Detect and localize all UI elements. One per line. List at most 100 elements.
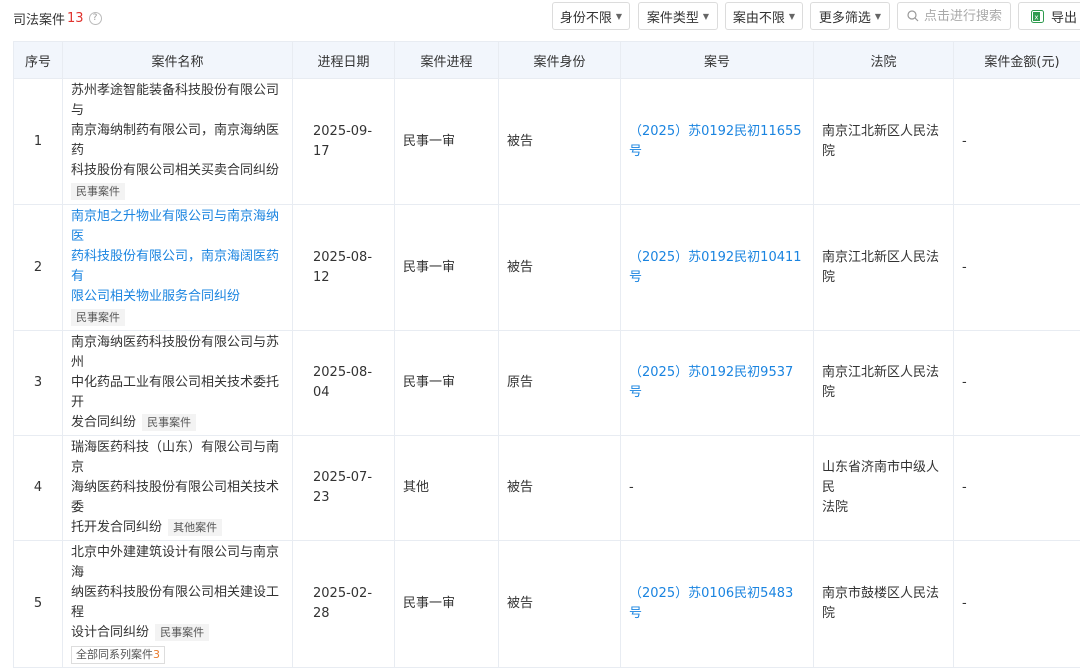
caret-down-icon: ▼ <box>789 12 795 21</box>
case-number-link[interactable]: （2025）苏0192民初10411号 <box>621 205 814 331</box>
stage-cell: 民事一审 <box>395 331 499 436</box>
stage-cell: 民事一审 <box>395 79 499 205</box>
case-name-line: 北京中外建建筑设计有限公司与南京海 <box>71 543 284 583</box>
stage-cell: 民事一审 <box>395 205 499 331</box>
toolbar: 司法案件 13 ? 身份不限 ▼ 案件类型 ▼ 案由不限 ▼ 更多筛选 ▼ x … <box>0 0 1080 34</box>
table-header-row: 序号 案件名称 进程日期 案件进程 案件身份 案号 法院 案件金额(元) <box>14 42 1080 79</box>
case-name-line: 瑞海医药科技（山东）有限公司与南京 <box>71 438 284 478</box>
table-row[interactable]: 1 苏州孝途智能装备科技股份有限公司与 南京海纳制药有限公司，南京海纳医药 科技… <box>14 79 1080 205</box>
case-name-line[interactable]: 南京旭之升物业有限公司与南京海纳医 <box>71 207 284 247</box>
court-cell: 南京市鼓楼区人民法院 <box>814 541 954 668</box>
column-header-date: 进程日期 <box>293 42 395 79</box>
case-name-line: 海纳医药科技股份有限公司相关技术委 <box>71 478 284 518</box>
section-title: 司法案件 13 ? <box>13 9 102 28</box>
case-name-line: 南京海纳制药有限公司，南京海纳医药 <box>71 121 284 161</box>
case-type-tag: 民事案件 <box>155 624 209 641</box>
filter-cause-dropdown[interactable]: 案由不限 ▼ <box>725 2 803 30</box>
filter-label: 案件类型 <box>647 7 699 26</box>
date-cell: 2025-08-04 <box>293 331 395 436</box>
column-header-role: 案件身份 <box>499 42 621 79</box>
case-name-line[interactable]: 限公司相关物业服务合同纠纷 <box>71 287 284 307</box>
caret-down-icon: ▼ <box>703 12 709 21</box>
column-header-amount: 案件金额(元) <box>954 42 1080 79</box>
case-name-line: 托开发合同纠纷 <box>71 520 162 535</box>
search-input[interactable] <box>924 9 1008 24</box>
filter-more-dropdown[interactable]: 更多筛选 ▼ <box>810 2 890 30</box>
case-name-line: 设计合同纠纷 <box>71 625 149 640</box>
case-type-tag: 其他案件 <box>168 519 222 536</box>
series-label: 全部同系列案件 <box>76 648 153 661</box>
column-header-stage: 案件进程 <box>395 42 499 79</box>
role-cell: 被告 <box>499 541 621 668</box>
court-cell: 南京江北新区人民法院 <box>814 205 954 331</box>
case-name-line[interactable]: 药科技股份有限公司，南京海阔医药有 <box>71 247 284 287</box>
search-icon <box>907 10 919 22</box>
section-title-text: 司法案件 <box>13 9 65 28</box>
case-name-line: 中化药品工业有限公司相关技术委托开 <box>71 373 284 413</box>
export-button[interactable]: x 导出 <box>1018 2 1080 30</box>
court-cell: 南京江北新区人民法院 <box>814 331 954 436</box>
date-cell: 2025-07-23 <box>293 436 395 541</box>
row-index: 5 <box>14 541 63 668</box>
amount-cell: - <box>954 331 1080 436</box>
filter-label: 案由不限 <box>733 7 785 26</box>
stage-cell: 民事一审 <box>395 541 499 668</box>
table-row[interactable]: 2 南京旭之升物业有限公司与南京海纳医 药科技股份有限公司，南京海阔医药有 限公… <box>14 205 1080 331</box>
court-line: 法院 <box>822 498 945 518</box>
cases-table: 序号 案件名称 进程日期 案件进程 案件身份 案号 法院 案件金额(元) 1 苏… <box>13 41 1080 668</box>
case-name-line: 南京海纳医药科技股份有限公司与苏州 <box>71 333 284 373</box>
stage-cell: 其他 <box>395 436 499 541</box>
case-name-cell[interactable]: 南京旭之升物业有限公司与南京海纳医 药科技股份有限公司，南京海阔医药有 限公司相… <box>63 205 293 331</box>
case-name-cell[interactable]: 瑞海医药科技（山东）有限公司与南京 海纳医药科技股份有限公司相关技术委 托开发合… <box>63 436 293 541</box>
caret-down-icon: ▼ <box>875 12 881 21</box>
table-row[interactable]: 3 南京海纳医药科技股份有限公司与苏州 中化药品工业有限公司相关技术委托开 发合… <box>14 331 1080 436</box>
filter-case-type-dropdown[interactable]: 案件类型 ▼ <box>638 2 718 30</box>
table-row[interactable]: 5 北京中外建建筑设计有限公司与南京海 纳医药科技股份有限公司相关建设工程 设计… <box>14 541 1080 668</box>
case-name-line: 纳医药科技股份有限公司相关建设工程 <box>71 583 284 623</box>
case-type-tag: 民事案件 <box>71 183 125 200</box>
filter-label: 身份不限 <box>560 7 612 26</box>
case-number-link[interactable]: （2025）苏0106民初5483号 <box>621 541 814 668</box>
case-type-tag: 民事案件 <box>71 309 125 326</box>
series-cases-link[interactable]: 全部同系列案件3 <box>71 646 165 664</box>
case-number-link[interactable]: （2025）苏0192民初11655号 <box>621 79 814 205</box>
column-header-case-number: 案号 <box>621 42 814 79</box>
court-cell: 南京江北新区人民法院 <box>814 79 954 205</box>
date-cell: 2025-09-17 <box>293 79 395 205</box>
date-cell: 2025-02-28 <box>293 541 395 668</box>
table-row[interactable]: 4 瑞海医药科技（山东）有限公司与南京 海纳医药科技股份有限公司相关技术委 托开… <box>14 436 1080 541</box>
amount-cell: - <box>954 79 1080 205</box>
row-index: 1 <box>14 79 63 205</box>
series-count: 3 <box>153 648 160 661</box>
column-header-index: 序号 <box>14 42 63 79</box>
svg-text:x: x <box>1034 13 1038 21</box>
excel-icon: x <box>1031 10 1044 23</box>
question-circle-icon[interactable]: ? <box>89 12 102 25</box>
role-cell: 被告 <box>499 205 621 331</box>
caret-down-icon: ▼ <box>616 12 622 21</box>
case-number-link[interactable]: （2025）苏0192民初9537号 <box>621 331 814 436</box>
court-line: 山东省济南市中级人民 <box>822 458 945 498</box>
case-name-cell[interactable]: 南京海纳医药科技股份有限公司与苏州 中化药品工业有限公司相关技术委托开 发合同纠… <box>63 331 293 436</box>
court-cell: 山东省济南市中级人民 法院 <box>814 436 954 541</box>
search-box[interactable] <box>897 2 1011 30</box>
amount-cell: - <box>954 436 1080 541</box>
case-name-cell[interactable]: 苏州孝途智能装备科技股份有限公司与 南京海纳制药有限公司，南京海纳医药 科技股份… <box>63 79 293 205</box>
row-index: 3 <box>14 331 63 436</box>
case-number-cell: - <box>621 436 814 541</box>
case-name-line: 发合同纠纷 <box>71 415 136 430</box>
column-header-case-name: 案件名称 <box>63 42 293 79</box>
row-index: 4 <box>14 436 63 541</box>
export-label: 导出 <box>1051 7 1077 26</box>
case-name-line: 苏州孝途智能装备科技股份有限公司与 <box>71 81 284 121</box>
role-cell: 原告 <box>499 331 621 436</box>
role-cell: 被告 <box>499 436 621 541</box>
case-name-line: 科技股份有限公司相关买卖合同纠纷 <box>71 161 284 181</box>
column-header-court: 法院 <box>814 42 954 79</box>
role-cell: 被告 <box>499 79 621 205</box>
case-count: 13 <box>67 11 84 26</box>
amount-cell: - <box>954 205 1080 331</box>
case-name-cell[interactable]: 北京中外建建筑设计有限公司与南京海 纳医药科技股份有限公司相关建设工程 设计合同… <box>63 541 293 668</box>
filter-identity-dropdown[interactable]: 身份不限 ▼ <box>552 2 630 30</box>
filter-label: 更多筛选 <box>819 7 871 26</box>
